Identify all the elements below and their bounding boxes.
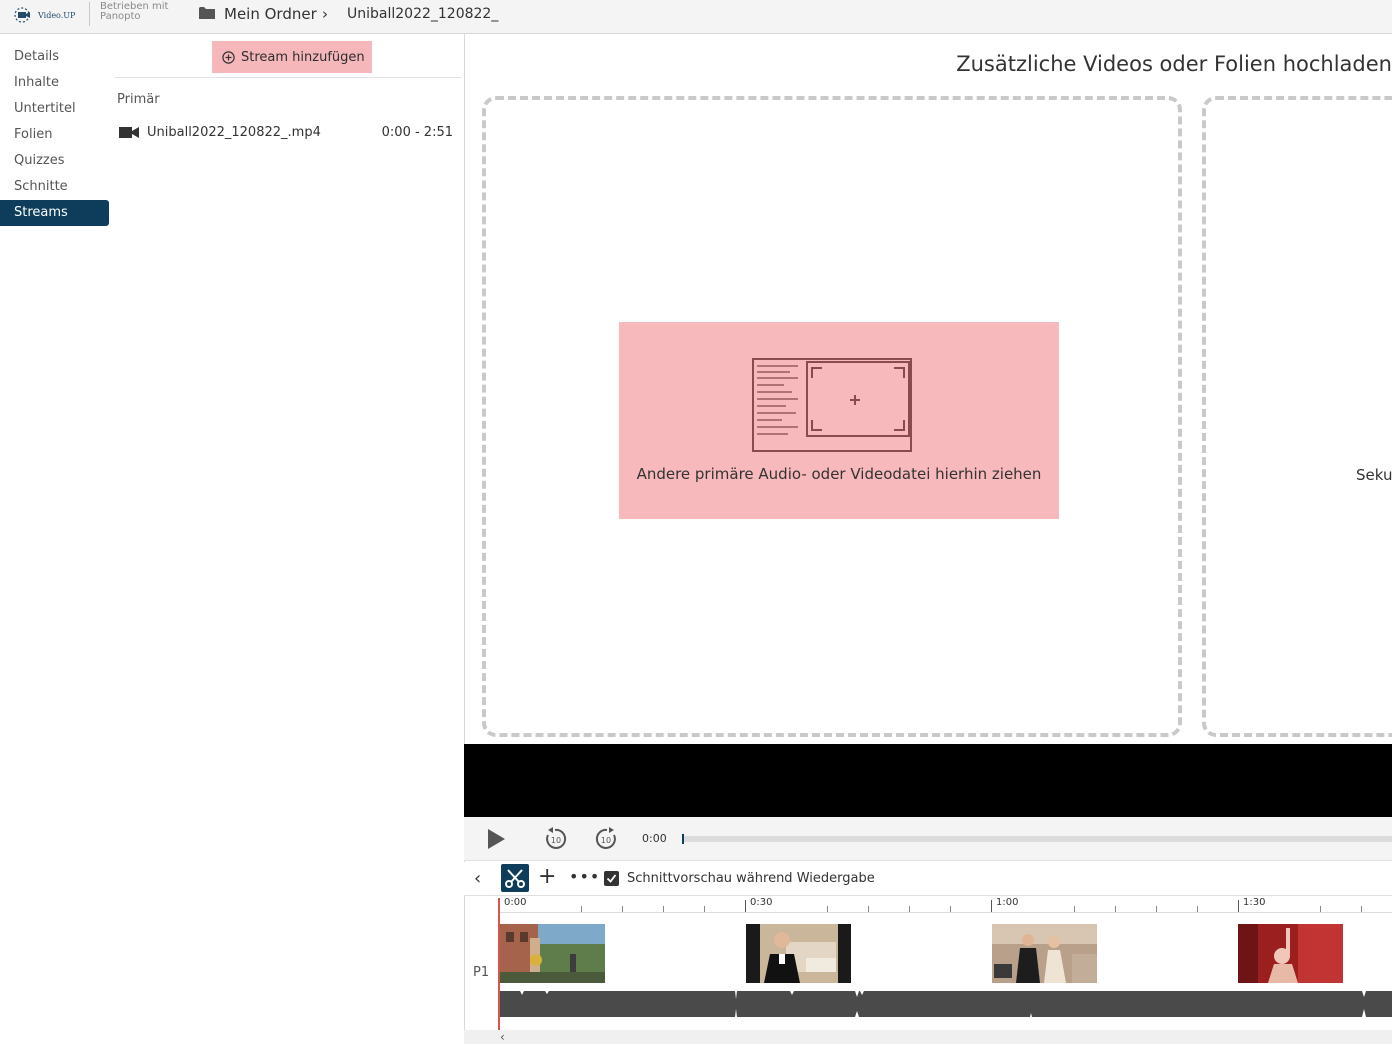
scissors-icon <box>505 869 525 888</box>
powered-by-line2: Panopto <box>100 11 141 22</box>
tick-minor <box>1156 906 1157 912</box>
scroll-left-icon[interactable]: ‹ <box>500 1030 505 1044</box>
tick-label-1: 0:30 <box>750 897 773 908</box>
sidebar-item-schnitte[interactable]: Schnitte <box>0 174 109 200</box>
sidebar-item-streams[interactable]: Streams <box>0 200 109 226</box>
video-preview <box>464 744 1392 817</box>
svg-text:10: 10 <box>601 836 611 845</box>
audio-waveform[interactable] <box>500 989 1392 1019</box>
tick-minor <box>1074 906 1075 912</box>
video-camera-icon <box>119 127 139 138</box>
sidebar-item-inhalte[interactable]: Inhalte <box>0 70 109 96</box>
tick-minor <box>868 906 869 912</box>
logo-divider <box>89 2 90 26</box>
tick-minor <box>1361 906 1362 912</box>
add-icon[interactable]: + <box>538 864 556 889</box>
progress-handle[interactable] <box>682 834 684 844</box>
powered-by: Betrieben mit Panopto <box>100 2 168 22</box>
chevron-right-icon: › <box>322 5 328 23</box>
tick-major <box>745 900 746 912</box>
cut-tool-button[interactable] <box>501 864 529 892</box>
play-icon[interactable] <box>486 828 506 850</box>
tick-minor <box>827 906 828 912</box>
svg-text:10: 10 <box>551 836 561 845</box>
forward-10-icon[interactable]: 10 <box>593 826 619 852</box>
tick-minor <box>950 906 951 912</box>
folder-icon <box>199 7 215 19</box>
timeline-playhead[interactable] <box>498 898 500 1030</box>
current-time: 0:00 <box>642 832 667 845</box>
logo-text: Video.UP <box>38 10 76 20</box>
tick-minor <box>704 906 705 912</box>
breadcrumb-folder[interactable]: Mein Ordner <box>224 5 317 23</box>
primary-stream-filename: Uniball2022_120822_.mp4 <box>147 125 321 140</box>
sidebar-item-untertitel[interactable]: Untertitel <box>0 96 109 122</box>
tick-label-2: 1:00 <box>996 897 1019 908</box>
secondary-drop-zone[interactable] <box>1202 96 1392 737</box>
top-bar: Video.UP Betrieben mit Panopto Mein Ordn… <box>0 0 1392 34</box>
video-upload-icon <box>752 358 912 452</box>
tick-label-3: 1:30 <box>1243 897 1266 908</box>
progress-bar[interactable] <box>682 836 1392 842</box>
primary-heading: Primär <box>117 92 160 107</box>
track-label-p1: P1 <box>473 965 490 980</box>
ruler-baseline <box>499 912 1392 913</box>
timeline-scrollbar[interactable]: ‹ <box>464 1030 1392 1044</box>
tick-minor <box>1197 906 1198 912</box>
player-controls: 10 10 0:00 <box>464 817 1392 861</box>
video-thumbnail[interactable] <box>992 924 1097 983</box>
videoup-logo[interactable]: Video.UP <box>12 4 88 26</box>
tick-minor <box>581 906 582 912</box>
more-options-icon[interactable]: ••• <box>569 867 600 886</box>
cut-preview-label: Schnittvorschau während Wiedergabe <box>627 871 875 886</box>
panel-divider <box>115 77 461 78</box>
rewind-10-icon[interactable]: 10 <box>543 826 569 852</box>
primary-drop-text: Andere primäre Audio- oder Videodatei hi… <box>636 465 1042 483</box>
sidebar-item-details[interactable]: Details <box>0 44 109 70</box>
tick-minor <box>622 906 623 912</box>
breadcrumb-file: Uniball2022_120822_ <box>347 6 499 22</box>
checkmark-icon <box>606 874 617 883</box>
video-thumbnail[interactable] <box>500 924 605 983</box>
sidebar-item-quizzes[interactable]: Quizzes <box>0 148 109 174</box>
plus-circle-icon <box>222 50 235 64</box>
video-thumbnail[interactable] <box>1238 924 1343 983</box>
primary-stream-row[interactable]: Uniball2022_120822_.mp4 0:00 - 2:51 <box>117 124 461 144</box>
collapse-chevron-icon[interactable]: ‹ <box>474 868 481 889</box>
sidebar-item-folien[interactable]: Folien <box>0 122 109 148</box>
timeline-ruler[interactable]: 0:00 0:30 1:00 1:30 <box>464 896 1392 914</box>
add-stream-button[interactable]: Stream hinzufügen <box>212 41 372 73</box>
tick-minor <box>1320 906 1321 912</box>
add-stream-label: Stream hinzufügen <box>241 49 365 65</box>
tick-minor <box>1115 906 1116 912</box>
upload-title: Zusätzliche Videos oder Folien hochladen <box>956 52 1392 76</box>
tick-minor <box>663 906 664 912</box>
editor-toolbar: ‹ + ••• Schnittvorschau während Wiederga… <box>464 862 1392 896</box>
primary-drop-target[interactable]: Andere primäre Audio- oder Videodatei hi… <box>619 322 1059 519</box>
tick-major <box>1238 900 1239 912</box>
tick-minor <box>909 906 910 912</box>
cut-preview-checkbox[interactable] <box>604 871 619 886</box>
secondary-drop-label: Sekun <box>1356 466 1392 484</box>
tick-major <box>991 900 992 912</box>
primary-stream-range: 0:00 - 2:51 <box>381 125 453 140</box>
video-thumbnail[interactable] <box>746 924 851 983</box>
camera-logo-icon <box>14 7 30 23</box>
tick-label-0: 0:00 <box>504 897 527 908</box>
